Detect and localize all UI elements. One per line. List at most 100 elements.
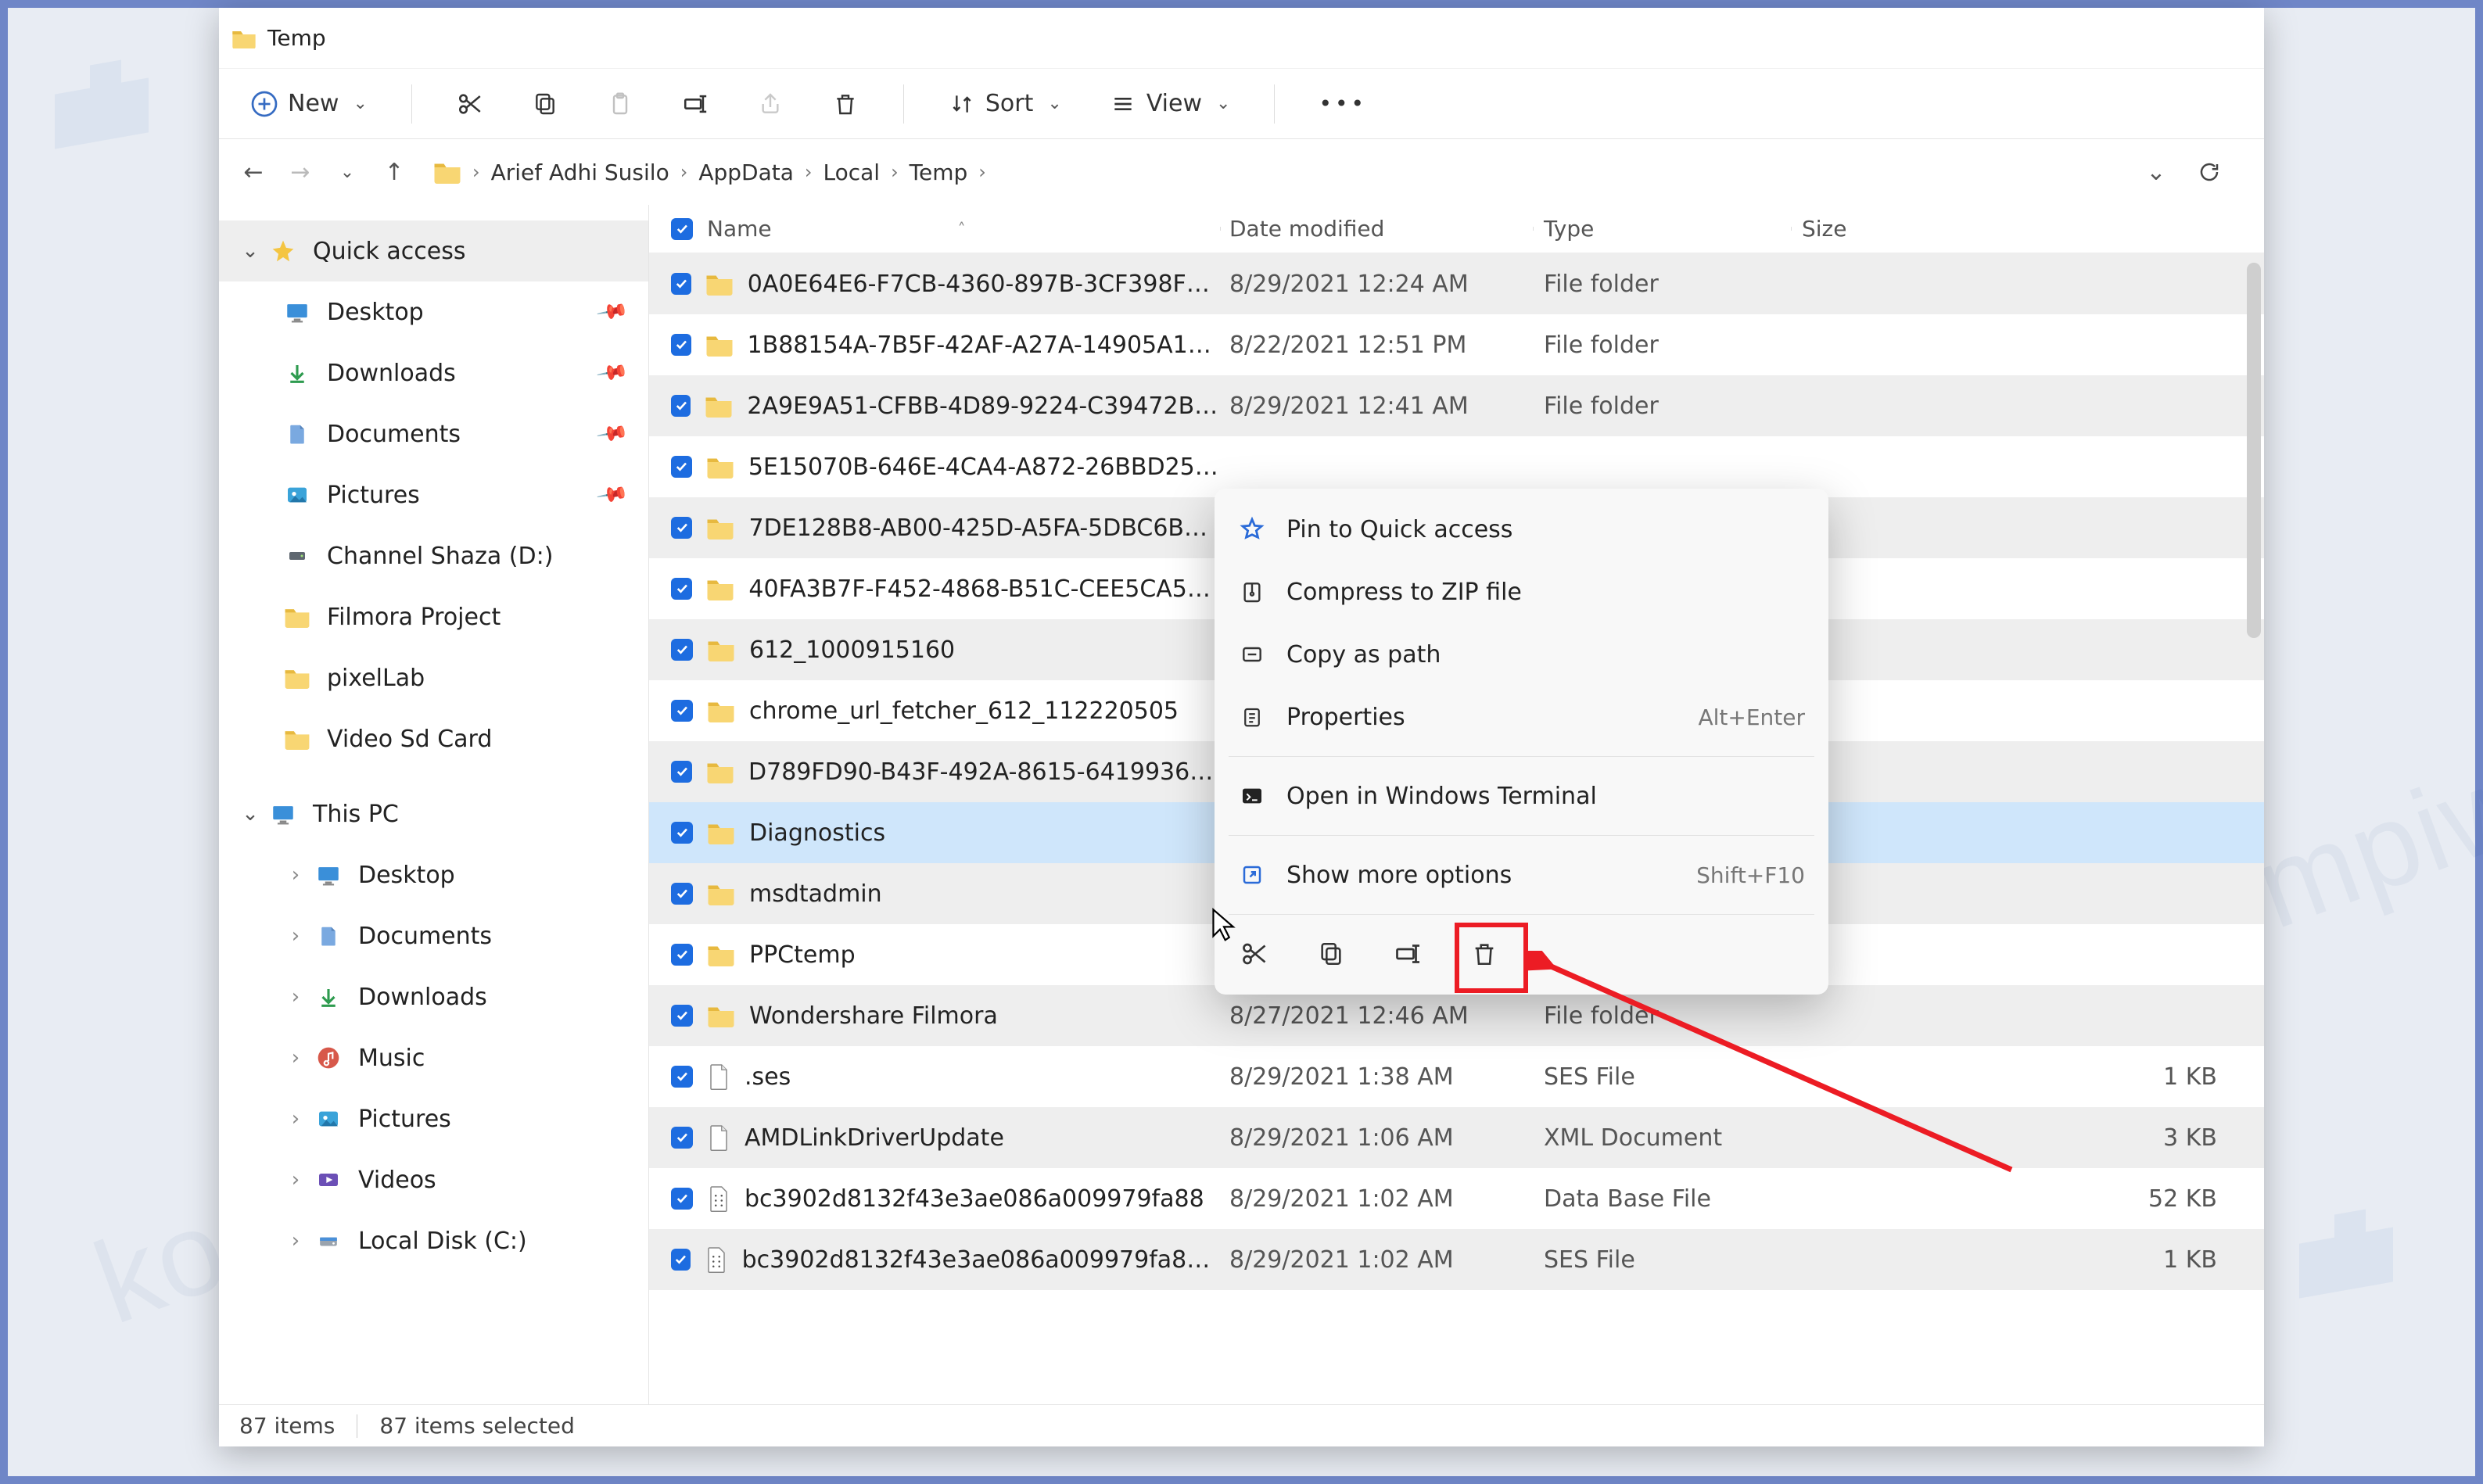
sidebar-label: Music bbox=[358, 1045, 425, 1072]
row-checkbox[interactable] bbox=[671, 944, 693, 966]
row-checkbox[interactable] bbox=[671, 639, 693, 661]
ctx-show-more[interactable]: Show more options Shift+F10 bbox=[1215, 844, 1828, 906]
status-selected: 87 items selected bbox=[379, 1413, 574, 1439]
row-checkbox[interactable] bbox=[671, 578, 692, 600]
file-size: 52 KB bbox=[1791, 1185, 2264, 1213]
sidebar-item[interactable]: ›Videos bbox=[219, 1149, 648, 1210]
copy-button[interactable] bbox=[520, 82, 570, 126]
videos-icon bbox=[313, 1164, 344, 1195]
select-all-checkbox[interactable] bbox=[671, 218, 693, 240]
ctx-copy-path[interactable]: Copy as path bbox=[1215, 623, 1828, 686]
rename-button[interactable] bbox=[670, 82, 720, 126]
breadcrumb[interactable]: › Arief Adhi Susilo › AppData › Local › … bbox=[425, 150, 2125, 194]
row-checkbox[interactable] bbox=[671, 395, 691, 417]
downloads-icon bbox=[282, 357, 313, 389]
sidebar-item[interactable]: ›Documents bbox=[219, 905, 648, 966]
table-row[interactable]: 2A9E9A51-CFBB-4D89-9224-C39472B28394 8/2… bbox=[649, 375, 2264, 436]
row-checkbox[interactable] bbox=[671, 700, 693, 722]
navigation-bar: ← → ⌄ ↑ › Arief Adhi Susilo › AppData › … bbox=[219, 139, 2264, 205]
sidebar-item-quick-access[interactable]: ⌄ Quick access bbox=[219, 220, 648, 281]
ctx-pin-quick-access[interactable]: Pin to Quick access bbox=[1215, 498, 1828, 561]
ctx-label: Properties bbox=[1286, 704, 1405, 731]
cut-icon[interactable] bbox=[1236, 936, 1272, 972]
paste-icon bbox=[606, 90, 634, 118]
sidebar-item-this-pc[interactable]: ⌄ This PC bbox=[219, 783, 648, 844]
sidebar-item[interactable]: Pictures📌 bbox=[219, 464, 648, 525]
sidebar-item[interactable]: ›Downloads bbox=[219, 966, 648, 1027]
sort-button[interactable]: Sort ⌄ bbox=[937, 82, 1073, 126]
sidebar-item[interactable]: Documents📌 bbox=[219, 403, 648, 464]
sidebar-item[interactable]: ›Local Disk (C:) bbox=[219, 1210, 648, 1271]
context-menu: Pin to Quick access Compress to ZIP file… bbox=[1215, 489, 1828, 995]
row-checkbox[interactable] bbox=[671, 822, 693, 844]
table-row[interactable]: bc3902d8132f43e3ae086a009979fa88.db.ses … bbox=[649, 1229, 2264, 1290]
rename-icon[interactable] bbox=[1390, 936, 1426, 972]
breadcrumb-item[interactable]: Local bbox=[823, 160, 880, 185]
dbfile-icon bbox=[707, 1185, 730, 1213]
table-row[interactable]: bc3902d8132f43e3ae086a009979fa88 8/29/20… bbox=[649, 1168, 2264, 1229]
chevron-right-icon: › bbox=[285, 985, 307, 1009]
row-checkbox[interactable] bbox=[671, 334, 691, 356]
folder-icon bbox=[707, 638, 735, 661]
file-date: 8/29/2021 1:06 AM bbox=[1220, 1124, 1533, 1152]
breadcrumb-item[interactable]: Arief Adhi Susilo bbox=[491, 160, 669, 185]
row-checkbox[interactable] bbox=[671, 1127, 693, 1149]
row-checkbox[interactable] bbox=[671, 883, 693, 905]
toolbar: New ⌄ Sort ⌄ View ⌄ ••• bbox=[219, 69, 2264, 139]
sidebar-item[interactable]: Desktop📌 bbox=[219, 281, 648, 342]
trash-icon[interactable] bbox=[1466, 936, 1502, 972]
pin-icon: 📌 bbox=[595, 295, 630, 328]
col-date-label: Date modified bbox=[1229, 216, 1384, 242]
ctx-compress-zip[interactable]: Compress to ZIP file bbox=[1215, 561, 1828, 623]
sidebar-item[interactable]: Filmora Project bbox=[219, 586, 648, 647]
view-button[interactable]: View ⌄ bbox=[1098, 82, 1242, 126]
new-button[interactable]: New ⌄ bbox=[239, 82, 379, 126]
refresh-button[interactable] bbox=[2194, 156, 2225, 188]
table-row[interactable]: AMDLinkDriverUpdate 8/29/2021 1:06 AM XM… bbox=[649, 1107, 2264, 1168]
cut-button[interactable] bbox=[445, 82, 495, 126]
table-row[interactable]: 1B88154A-7B5F-42AF-A27A-14905A1E7D44 8/2… bbox=[649, 314, 2264, 375]
row-checkbox[interactable] bbox=[671, 1249, 691, 1271]
paste-button[interactable] bbox=[595, 82, 645, 126]
breadcrumb-item[interactable]: AppData bbox=[698, 160, 794, 185]
sidebar-item[interactable]: Downloads📌 bbox=[219, 342, 648, 403]
more-button[interactable]: ••• bbox=[1308, 83, 1378, 124]
row-checkbox[interactable] bbox=[671, 761, 692, 783]
sidebar-item[interactable]: Video Sd Card bbox=[219, 708, 648, 769]
copy-icon[interactable] bbox=[1313, 936, 1349, 972]
sidebar-item[interactable]: ›Music bbox=[219, 1027, 648, 1088]
separator bbox=[1229, 835, 1814, 836]
row-checkbox[interactable] bbox=[671, 1188, 693, 1210]
address-dropdown[interactable]: ⌄ bbox=[2140, 156, 2172, 188]
main-scrollbar[interactable] bbox=[2247, 263, 2261, 638]
breadcrumb-item[interactable]: Temp bbox=[910, 160, 968, 185]
sidebar-item[interactable]: ›Pictures bbox=[219, 1088, 648, 1149]
share-icon bbox=[756, 90, 784, 118]
properties-icon bbox=[1238, 703, 1266, 731]
sidebar-item[interactable]: Channel Shaza (D:) bbox=[219, 525, 648, 586]
folder-icon bbox=[706, 760, 734, 783]
row-checkbox[interactable] bbox=[671, 1066, 693, 1088]
up-button[interactable]: ↑ bbox=[379, 156, 410, 188]
row-checkbox[interactable] bbox=[671, 273, 691, 295]
ctx-open-terminal[interactable]: Open in Windows Terminal bbox=[1215, 765, 1828, 827]
sidebar-label: Quick access bbox=[313, 238, 465, 265]
sidebar-label: Pictures bbox=[358, 1106, 451, 1133]
ctx-properties[interactable]: Properties Alt+Enter bbox=[1215, 686, 1828, 748]
forward-button[interactable]: → bbox=[285, 156, 316, 188]
table-row[interactable]: 0A0E64E6-F7CB-4360-897B-3CF398F04408 8/2… bbox=[649, 253, 2264, 314]
recent-button[interactable]: ⌄ bbox=[332, 156, 363, 188]
delete-button[interactable] bbox=[820, 82, 870, 126]
table-row[interactable]: .ses 8/29/2021 1:38 AM SES File 1 KB bbox=[649, 1046, 2264, 1107]
titlebar[interactable]: Temp bbox=[219, 8, 2264, 69]
row-checkbox[interactable] bbox=[671, 456, 692, 478]
file-size: 1 KB bbox=[1791, 1063, 2264, 1091]
back-button[interactable]: ← bbox=[238, 156, 269, 188]
sidebar-item[interactable]: ›Desktop bbox=[219, 844, 648, 905]
column-header[interactable]: Name ˄ Date modified Type Size bbox=[649, 205, 2264, 253]
file-name: bc3902d8132f43e3ae086a009979fa88.db.ses bbox=[742, 1246, 1220, 1274]
share-button[interactable] bbox=[745, 82, 795, 126]
row-checkbox[interactable] bbox=[671, 517, 692, 539]
sidebar-item[interactable]: pixelLab bbox=[219, 647, 648, 708]
row-checkbox[interactable] bbox=[671, 1005, 693, 1027]
